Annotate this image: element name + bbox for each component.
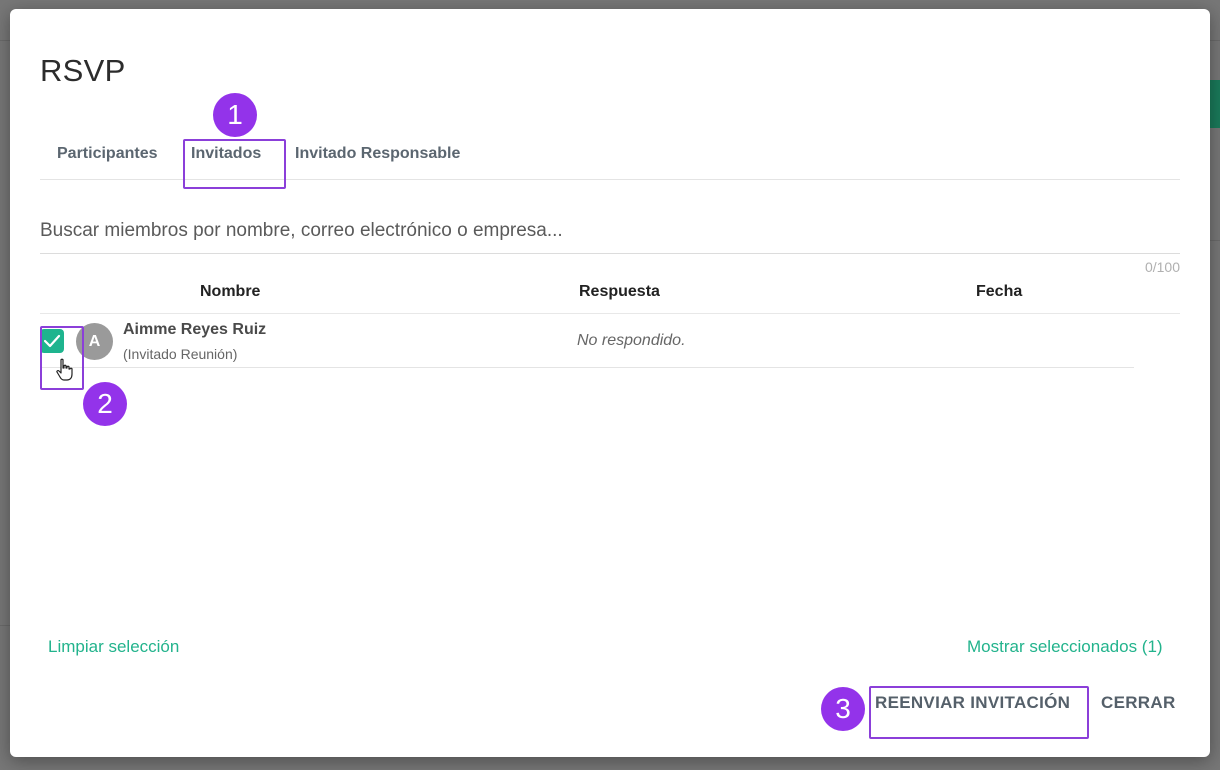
member-name: Aimme Reyes Ruiz xyxy=(123,321,267,338)
search-input[interactable] xyxy=(40,213,1180,249)
close-button[interactable]: CERRAR xyxy=(1101,685,1176,721)
hand-pointer-icon xyxy=(56,358,73,381)
member-response: No respondido. xyxy=(577,332,686,349)
search-field xyxy=(40,213,1180,254)
column-header-respuesta: Respuesta xyxy=(579,283,660,300)
column-header-fecha: Fecha xyxy=(976,283,1023,300)
search-char-counter: 0/100 xyxy=(1144,259,1180,275)
step-badge-3: 3 xyxy=(821,687,865,731)
clear-selection-link[interactable]: Limpiar selección xyxy=(48,637,179,657)
background-divider xyxy=(1210,240,1220,241)
tab-invitado-responsable[interactable]: Invitado Responsable xyxy=(295,139,460,179)
step-badge-2: 2 xyxy=(83,382,127,426)
background-divider xyxy=(0,625,10,626)
member-role: (Invitado Reunión) xyxy=(123,346,238,362)
step-badge-1: 1 xyxy=(213,93,257,137)
table-row[interactable]: A Aimme Reyes Ruiz (Invitado Reunión) No… xyxy=(40,313,1134,368)
column-header-nombre: Nombre xyxy=(200,283,261,300)
highlight-tab-invitados xyxy=(183,139,286,189)
show-selected-link[interactable]: Mostrar seleccionados (1) xyxy=(967,637,1163,657)
rsvp-dialog: RSVP Participantes Invitados Invitado Re… xyxy=(10,9,1210,757)
highlight-resend-button xyxy=(869,686,1089,739)
tab-participantes[interactable]: Participantes xyxy=(57,139,157,179)
table-header: Nombre Respuesta Fecha xyxy=(40,281,1180,314)
dialog-title: RSVP xyxy=(40,53,126,88)
